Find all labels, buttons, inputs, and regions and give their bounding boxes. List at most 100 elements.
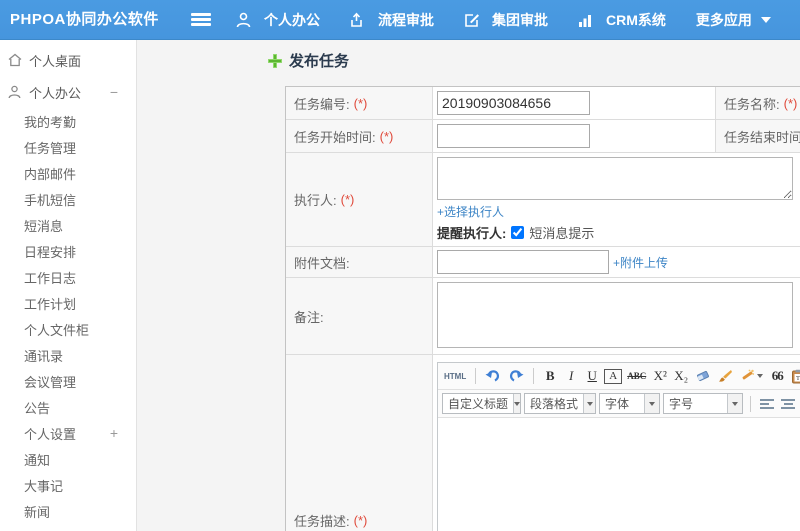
eraser-icon[interactable] [693,366,713,386]
collapse-icon[interactable]: − [110,84,118,100]
sidebar-item-task-management[interactable]: 任务管理 [0,134,136,160]
sidebar-item-label: 个人文件柜 [24,322,90,338]
label-text: 任务开始时间: [294,129,376,145]
nav-label: CRM系统 [606,12,666,28]
required-mark: (*) [340,192,355,207]
sms-remind-checkbox[interactable] [511,226,525,239]
sidebar-item-internal-mail[interactable]: 内部邮件 [0,160,136,186]
highlight-button[interactable]: A [604,368,623,384]
task-number-cell [433,87,715,119]
sidebar-item-file-cabinet[interactable]: 个人文件柜 [0,316,136,342]
redo-icon[interactable] [506,366,526,386]
label-text: 任务名称: [724,96,780,112]
svg-text:T: T [796,375,800,382]
custom-heading-select[interactable]: 自定义标题 [442,393,521,414]
blockquote-button[interactable]: 66 [768,366,786,386]
paragraph-format-select[interactable]: 段落格式 [524,393,596,414]
font-size-select[interactable]: 字号 [663,393,743,414]
align-left-icon[interactable] [760,397,774,410]
brush-icon[interactable] [716,366,735,386]
sidebar-item-sms[interactable]: 手机短信 [0,186,136,212]
sidebar-item-label: 短消息 [24,218,64,234]
align-center-icon[interactable] [781,397,795,410]
label-text: 任务结束时间: [724,129,800,145]
superscript-button[interactable]: X² [651,366,669,386]
sidebar-item-announcement[interactable]: 公告 [0,394,136,420]
nav-process-approval[interactable]: 流程审批 [350,10,434,30]
sidebar-item-contacts[interactable]: 通讯录 [0,342,136,368]
underline-button[interactable]: U [583,366,601,386]
form-row-task-number: 任务编号: (*) 任务名称: (*) [286,87,800,120]
nav-group-approval[interactable]: 集团审批 [464,10,548,30]
toolbar-separator [533,368,535,384]
attachment-input[interactable] [437,250,609,274]
remark-textarea[interactable] [437,282,793,348]
home-icon [8,53,24,67]
html-source-button[interactable]: HTML [442,366,468,386]
editor-content-area[interactable] [438,418,800,531]
sidebar-item-meeting[interactable]: 会议管理 [0,368,136,394]
sidebar-item-events[interactable]: 大事记 [0,472,136,498]
menu-toggle-icon[interactable] [191,13,211,27]
choose-executor-link[interactable]: +选择执行人 [437,203,504,220]
remark-cell [433,278,800,354]
sidebar-item-schedule[interactable]: 日程安排 [0,238,136,264]
nav-personal-office[interactable]: 个人办公 [236,10,320,30]
sidebar-item-news[interactable]: 新闻 [0,498,136,524]
label-text: 备注: [294,309,324,325]
attachment-upload-link[interactable]: +附件上传 [613,254,668,271]
sidebar-item-label: 大事记 [24,478,64,494]
sidebar-item-work-plan[interactable]: 工作计划 [0,290,136,316]
subscript-button[interactable]: X₂ [672,366,690,386]
sidebar-item-label: 新闻 [24,504,51,520]
executor-textarea[interactable] [437,157,793,200]
paste-text-icon[interactable]: T [789,366,800,386]
user-icon [236,12,252,28]
start-time-cell [433,120,715,152]
sidebar-item-desktop[interactable]: 个人桌面 [0,44,136,76]
bold-button[interactable]: B [541,366,559,386]
nav-crm-system[interactable]: CRM系统 [578,10,666,30]
nav-label: 集团审批 [492,12,548,28]
publish-task-form: 任务编号: (*) 任务名称: (*) 任务开始时间: (*) 任务结束时间: … [285,86,800,531]
form-row-description: 任务描述: (*) HTML B I U A ABC X² X₂ 66 T 自定… [286,355,800,531]
sidebar-item-work-log[interactable]: 工作日志 [0,264,136,290]
strikethrough-button[interactable]: ABC [625,366,648,386]
rich-text-editor: HTML B I U A ABC X² X₂ 66 T 自定义标题 段落格式 字… [437,362,800,531]
sidebar-item-short-message[interactable]: 短消息 [0,212,136,238]
sidebar-item-label: 个人办公 [29,85,82,101]
sidebar-item-personal-settings[interactable]: 个人设置 + [0,420,136,446]
select-value: 自定义标题 [448,397,509,411]
label-text: 任务描述: [294,513,350,529]
label-text: 执行人: [294,193,337,208]
sidebar-item-label: 公告 [24,400,51,416]
nav-more-apps[interactable]: 更多应用 [696,10,771,30]
expand-icon[interactable]: + [110,425,118,441]
magic-wand-icon[interactable] [738,366,765,386]
italic-button[interactable]: I [562,366,580,386]
remind-line: 提醒执行人: 短消息提示 [437,223,594,242]
user-icon [8,85,24,99]
caret-down-icon [644,394,659,413]
sidebar-item-attendance[interactable]: 我的考勤 [0,108,136,134]
sidebar-item-label: 工作计划 [24,296,77,312]
label-text: 附件文档: [294,255,350,271]
caret-down-icon [727,394,742,413]
caret-down-icon [757,374,764,378]
sidebar-item-personal-office[interactable]: 个人办公 − [0,76,136,108]
start-time-input[interactable] [437,124,590,148]
sidebar-item-label: 日程安排 [24,244,77,260]
sidebar-item-label: 我的考勤 [24,114,77,130]
form-row-start-time: 任务开始时间: (*) 任务结束时间: (*) [286,120,800,153]
sidebar-item-notice[interactable]: 通知 [0,446,136,472]
sidebar-item-label: 工作日志 [24,270,77,286]
label-text: 任务编号: [294,96,350,112]
undo-icon[interactable] [483,366,503,386]
task-number-input[interactable] [437,91,590,115]
sidebar-item-vote[interactable]: 投票调查 [0,524,136,531]
app-logo: PHPOA协同办公软件 [10,11,159,28]
nav-label: 个人办公 [264,12,320,28]
form-row-executor: 执行人: (*) +选择执行人 提醒执行人: 短消息提示 [286,153,800,247]
font-family-select[interactable]: 字体 [599,393,660,414]
remark-label: 备注: [286,278,433,354]
